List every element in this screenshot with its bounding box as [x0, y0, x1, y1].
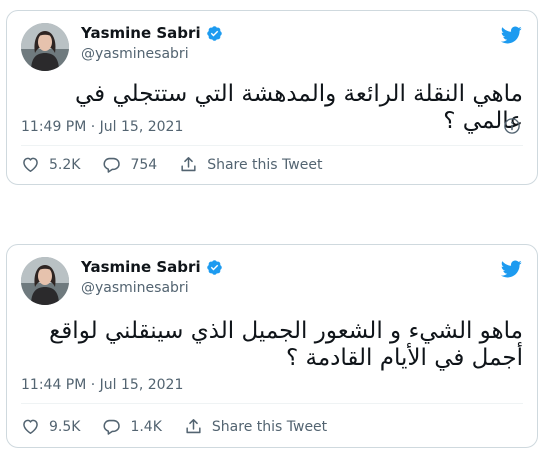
tweet-text: ماهو الشيء و الشعور الجميل الذي سينقلني … — [49, 318, 523, 371]
avatar[interactable] — [21, 257, 69, 305]
reply-button[interactable]: 1.4K — [102, 417, 162, 436]
divider — [21, 403, 523, 404]
like-button[interactable]: 9.5K — [21, 417, 80, 436]
like-count: 9.5K — [49, 418, 81, 435]
author-name[interactable]: Yasmine Sabri — [81, 24, 223, 42]
tweet-timestamp[interactable]: 11:44 PM · Jul 15, 2021 — [21, 377, 183, 393]
author-handle[interactable]: @yasminesabri — [81, 46, 189, 62]
reply-count: 1.4K — [130, 418, 162, 435]
author-name-text[interactable]: Yasmine Sabri — [81, 258, 201, 276]
tweet-card[interactable]: Yasmine Sabri @yasminesabri ماهو الشيء و… — [6, 244, 538, 448]
reply-count: 754 — [130, 156, 158, 173]
twitter-bird-icon[interactable] — [499, 24, 523, 46]
reply-button[interactable]: 754 — [102, 155, 157, 174]
divider — [21, 145, 523, 146]
share-label: Share this Tweet — [207, 156, 323, 173]
reply-icon — [103, 157, 121, 173]
share-label: Share this Tweet — [211, 418, 328, 435]
verified-badge-icon — [206, 259, 222, 275]
author-name-text[interactable]: Yasmine Sabri — [81, 24, 201, 42]
verified-badge-icon — [206, 25, 222, 41]
share-icon — [186, 419, 201, 434]
share-icon — [181, 157, 196, 172]
info-icon[interactable] — [503, 117, 521, 135]
share-button[interactable]: Share this Tweet — [179, 155, 322, 174]
avatar[interactable] — [21, 23, 69, 71]
author-handle[interactable]: @yasminesabri — [81, 280, 189, 296]
author-name[interactable]: Yasmine Sabri — [81, 258, 223, 276]
like-count: 5.2K — [49, 156, 81, 173]
like-button[interactable]: 5.2K — [21, 155, 80, 174]
reply-icon — [103, 419, 121, 435]
tweet-card[interactable]: Yasmine Sabri @yasminesabri ماهي النقلة … — [6, 10, 538, 185]
heart-icon — [23, 157, 38, 172]
share-button[interactable]: Share this Tweet — [184, 417, 327, 436]
heart-icon — [23, 419, 38, 434]
twitter-bird-icon[interactable] — [499, 258, 523, 280]
tweet-actions: 5.2K 754 Share this Tweet — [21, 155, 344, 174]
tweet-actions: 9.5K 1.4K Share this Tweet — [21, 417, 349, 436]
tweet-timestamp[interactable]: 11:49 PM · Jul 15, 2021 — [21, 119, 183, 135]
